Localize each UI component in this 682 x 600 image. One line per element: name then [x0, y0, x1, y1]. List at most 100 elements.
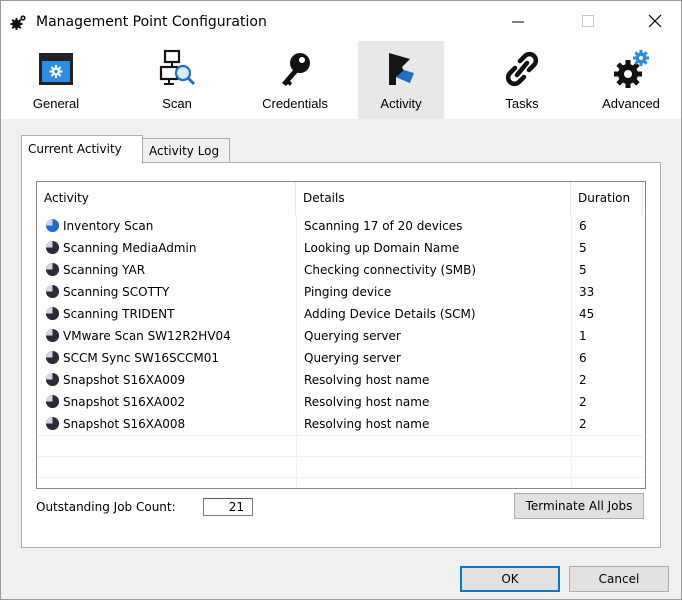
row-duration-cell: 5 [571, 237, 643, 259]
row-details-cell: Looking up Domain Name [296, 237, 571, 259]
toolbar-general-label: General [32, 96, 80, 111]
category-toolbar: General Scan Credentials Activity Tasks … [1, 41, 681, 119]
row-activity-text: Scanning MediaAdmin [63, 241, 197, 255]
row-details-cell: Resolving host name [296, 369, 571, 391]
progress-pie-icon [45, 262, 60, 277]
row-activity-text: Inventory Scan [63, 219, 154, 233]
empty-grid-lines [37, 435, 643, 488]
toolbar-advanced-label: Advanced [602, 96, 660, 111]
toolbar-scan[interactable]: Scan [129, 41, 225, 119]
row-duration-cell: 33 [571, 281, 643, 303]
row-duration-cell: 6 [571, 215, 643, 237]
row-details-cell: Checking connectivity (SMB) [296, 259, 571, 281]
grid-line [296, 435, 297, 488]
toolbar-tasks[interactable]: Tasks [474, 41, 570, 119]
progress-pie-icon [45, 416, 60, 431]
progress-pie-icon [45, 328, 60, 343]
toolbar-activity[interactable]: Activity [358, 41, 444, 119]
toolbar-activity-label: Activity [380, 96, 422, 111]
config-window: Management Point Configuration General S… [0, 0, 682, 600]
table-row[interactable]: Inventory Scan Scanning 17 of 20 devices 6 [37, 215, 643, 237]
outstanding-job-count-value: 21 [203, 498, 253, 516]
toolbar-credentials[interactable]: Credentials [247, 41, 343, 119]
row-details-cell: Adding Device Details (SCM) [296, 303, 571, 325]
chain-link-icon [505, 51, 539, 87]
progress-pie-icon [45, 350, 60, 365]
grid-line [571, 435, 572, 488]
row-details-cell: Querying server [296, 347, 571, 369]
toolbar-general[interactable]: General [8, 41, 104, 119]
row-activity-cell: Scanning SCOTTY [37, 281, 296, 303]
table-row[interactable]: Scanning SCOTTY Pinging device 33 [37, 281, 643, 303]
row-details-cell: Resolving host name [296, 413, 571, 435]
cancel-button[interactable]: Cancel [569, 566, 669, 592]
row-duration-cell: 2 [571, 391, 643, 413]
row-activity-text: Scanning TRIDENT [63, 307, 175, 321]
toolbar-advanced[interactable]: Advanced [583, 41, 679, 119]
current-activity-panel: Activity Details Duration Inventory Scan… [21, 162, 661, 548]
title-bar: Management Point Configuration [1, 1, 681, 41]
row-activity-cell: VMware Scan SW12R2HV04 [37, 325, 296, 347]
progress-pie-icon [45, 372, 60, 387]
activity-list[interactable]: Activity Details Duration Inventory Scan… [36, 181, 646, 489]
row-duration-cell: 45 [571, 303, 643, 325]
row-details-cell: Querying server [296, 325, 571, 347]
toolbar-tasks-label: Tasks [505, 96, 539, 111]
scan-computers-icon [159, 49, 196, 86]
progress-pie-icon [45, 394, 60, 409]
row-activity-text: Scanning YAR [63, 263, 146, 277]
close-button[interactable] [631, 5, 679, 37]
table-row[interactable]: SCCM Sync SW16SCCM01 Querying server 6 [37, 347, 643, 369]
grid-line [37, 477, 643, 478]
row-duration-cell: 6 [571, 347, 643, 369]
table-row[interactable]: VMware Scan SW12R2HV04 Querying server 1 [37, 325, 643, 347]
table-row[interactable]: Snapshot S16XA009 Resolving host name 2 [37, 369, 643, 391]
toolbar-scan-label: Scan [162, 96, 192, 111]
maximize-button[interactable] [564, 5, 612, 37]
outstanding-job-count-label: Outstanding Job Count: [36, 500, 176, 514]
close-icon [648, 14, 662, 28]
row-activity-cell: Snapshot S16XA008 [37, 413, 296, 435]
minimize-button[interactable] [494, 5, 542, 37]
row-activity-text: VMware Scan SW12R2HV04 [63, 329, 231, 343]
table-row[interactable]: Scanning YAR Checking connectivity (SMB) 5 [37, 259, 643, 281]
minimize-icon [512, 21, 524, 23]
row-activity-text: Snapshot S16XA009 [63, 373, 186, 387]
row-activity-text: SCCM Sync SW16SCCM01 [63, 351, 220, 365]
column-header-duration[interactable]: Duration [571, 182, 643, 215]
list-header: Activity Details Duration [37, 182, 645, 215]
list-rows: Inventory Scan Scanning 17 of 20 devices 6… [37, 215, 645, 435]
tab-activity-log[interactable]: Activity Log [142, 138, 230, 162]
row-activity-cell: Snapshot S16XA002 [37, 391, 296, 413]
row-activity-cell: Snapshot S16XA009 [37, 369, 296, 391]
grid-line [37, 435, 643, 436]
row-duration-cell: 2 [571, 413, 643, 435]
activity-flag-icon [389, 53, 414, 85]
row-activity-text: Snapshot S16XA002 [63, 395, 186, 409]
row-activity-text: Scanning SCOTTY [63, 285, 170, 299]
row-activity-text: Snapshot S16XA008 [63, 417, 186, 431]
row-duration-cell: 1 [571, 325, 643, 347]
table-row[interactable]: Snapshot S16XA008 Resolving host name 2 [37, 413, 643, 435]
progress-pie-icon [45, 306, 60, 321]
progress-pie-icon [45, 284, 60, 299]
general-window-icon [39, 53, 73, 85]
row-details-cell: Resolving host name [296, 391, 571, 413]
toolbar-credentials-label: Credentials [262, 96, 328, 111]
column-header-details[interactable]: Details [296, 182, 571, 215]
table-row[interactable]: Scanning TRIDENT Adding Device Details (S… [37, 303, 643, 325]
gears-app-icon [10, 15, 26, 30]
table-row[interactable]: Scanning MediaAdmin Looking up Domain Nam… [37, 237, 643, 259]
row-details-cell: Pinging device [296, 281, 571, 303]
column-header-activity[interactable]: Activity [37, 182, 296, 215]
tab-current-activity[interactable]: Current Activity [21, 135, 143, 164]
row-activity-cell: Inventory Scan [37, 215, 296, 237]
row-activity-cell: Scanning TRIDENT [37, 303, 296, 325]
maximize-icon [582, 15, 594, 27]
progress-pie-blue-icon [45, 218, 60, 233]
terminate-all-jobs-button[interactable]: Terminate All Jobs [514, 493, 644, 519]
row-duration-cell: 5 [571, 259, 643, 281]
table-row[interactable]: Snapshot S16XA002 Resolving host name 2 [37, 391, 643, 413]
window-title: Management Point Configuration [36, 14, 267, 30]
ok-button[interactable]: OK [460, 566, 560, 592]
